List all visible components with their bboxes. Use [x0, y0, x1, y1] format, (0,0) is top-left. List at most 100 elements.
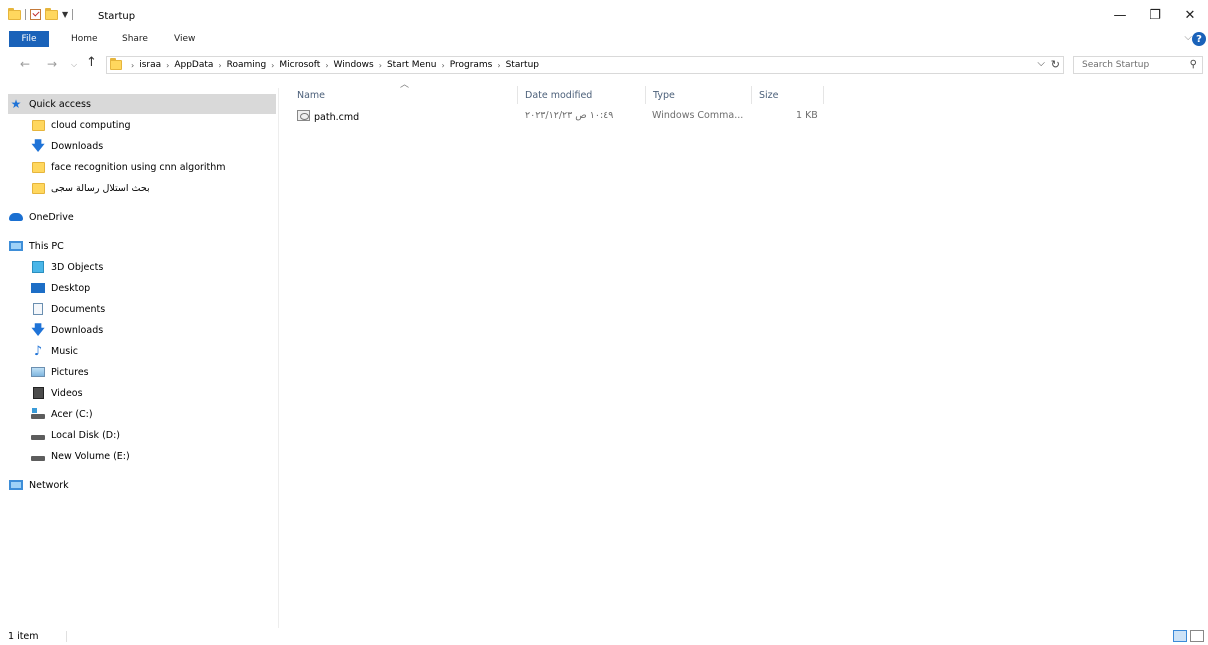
- column-header-type[interactable]: Type: [646, 86, 752, 104]
- nav-label: Quick access: [29, 98, 91, 110]
- quick-access-toolbar: ▼: [8, 7, 74, 20]
- folder-icon[interactable]: [8, 7, 21, 20]
- item-count: 1 item: [8, 631, 39, 642]
- breadcrumb-roaming[interactable]: Roaming: [227, 60, 267, 70]
- nav-this-pc[interactable]: This PC: [8, 236, 277, 256]
- download-arrow-icon: 🡇: [31, 138, 45, 154]
- star-icon: ★: [10, 97, 22, 111]
- cube-icon: [30, 260, 46, 274]
- window-title: Startup: [98, 11, 136, 22]
- nav-label: 3D Objects: [51, 261, 104, 273]
- nav-item-pictures[interactable]: Pictures: [30, 362, 277, 382]
- nav-item-3d-objects[interactable]: 3D Objects: [30, 257, 277, 277]
- folder-icon: [30, 160, 46, 174]
- nav-item-drive-e[interactable]: New Volume (E:): [30, 446, 277, 466]
- nav-item-documents[interactable]: Documents: [30, 299, 277, 319]
- chevron-down-icon[interactable]: ⌵: [1037, 58, 1045, 69]
- search-icon[interactable]: ⚲: [1190, 59, 1197, 70]
- breadcrumb-microsoft[interactable]: Microsoft: [279, 60, 320, 70]
- file-row[interactable]: path.cmd ١٠:٤٩ ص ٢٠٢٣/١٢/٢٣ Windows Comm…: [290, 108, 824, 126]
- nav-label: cloud computing: [51, 119, 131, 131]
- tab-home[interactable]: Home: [71, 34, 98, 44]
- details-view-icon[interactable]: [1173, 630, 1187, 642]
- nav-onedrive[interactable]: OneDrive: [8, 207, 277, 227]
- nav-label: Network: [29, 479, 69, 491]
- file-size: 1 KB: [796, 110, 818, 121]
- breadcrumb-windows[interactable]: Windows: [334, 60, 374, 70]
- nav-label: Acer (C:): [51, 408, 93, 420]
- nav-item-videos[interactable]: Videos: [30, 383, 277, 403]
- folder-icon: [30, 181, 46, 195]
- nav-item-downloads-pinned[interactable]: 🡇 Downloads: [30, 136, 277, 156]
- nav-item-arabic-folder[interactable]: بحث استلال رسالة سجى: [30, 178, 277, 198]
- nav-label: بحث استلال رسالة سجى: [51, 182, 150, 194]
- help-icon[interactable]: ?: [1192, 32, 1206, 46]
- file-name-cell: path.cmd: [297, 110, 359, 123]
- nav-item-drive-c[interactable]: Acer (C:): [30, 404, 277, 424]
- music-note-icon: ♪: [33, 343, 43, 359]
- nav-item-drive-d[interactable]: Local Disk (D:): [30, 425, 277, 445]
- navigation-pane: ★ Quick access cloud computing 🡇 Downloa…: [0, 88, 279, 628]
- chevron-right-icon[interactable]: ›: [379, 61, 382, 70]
- nav-label: Pictures: [51, 366, 89, 378]
- recent-locations-icon[interactable]: ⌵: [71, 60, 77, 70]
- nav-label: Videos: [51, 387, 83, 399]
- nav-label: Local Disk (D:): [51, 429, 120, 441]
- tab-view[interactable]: View: [174, 34, 195, 44]
- column-label: Size: [759, 89, 779, 101]
- refresh-icon[interactable]: ↻: [1051, 58, 1060, 71]
- film-icon: [30, 386, 46, 400]
- desktop-icon: [30, 281, 46, 295]
- file-name: path.cmd: [314, 112, 360, 123]
- tab-share[interactable]: Share: [122, 34, 148, 44]
- column-header-size[interactable]: Size: [752, 86, 824, 104]
- document-icon: [30, 302, 46, 316]
- nav-item-face-recognition[interactable]: face recognition using cnn algorithm: [30, 157, 277, 177]
- close-button[interactable]: ✕: [1168, 0, 1208, 30]
- folder-icon: [30, 118, 46, 132]
- up-arrow-icon[interactable]: ↑: [86, 55, 97, 70]
- nav-label: Downloads: [51, 140, 104, 152]
- nav-item-music[interactable]: ♪ Music: [30, 341, 277, 361]
- chevron-right-icon[interactable]: ›: [271, 61, 274, 70]
- toolbar-divider: [25, 9, 26, 20]
- chevron-right-icon[interactable]: ›: [497, 61, 500, 70]
- chevron-right-icon[interactable]: ›: [218, 61, 221, 70]
- nav-network[interactable]: Network: [8, 475, 277, 495]
- column-header-name[interactable]: Name: [290, 86, 518, 104]
- chevron-right-icon[interactable]: ›: [325, 61, 328, 70]
- chevron-right-icon[interactable]: ›: [131, 61, 134, 70]
- nav-item-downloads[interactable]: 🡇 Downloads: [30, 320, 277, 340]
- status-divider: [66, 631, 67, 642]
- back-arrow-icon[interactable]: ←: [20, 57, 30, 71]
- breadcrumb-start-menu[interactable]: Start Menu: [387, 60, 437, 70]
- chevron-right-icon[interactable]: ›: [442, 61, 445, 70]
- breadcrumb-programs[interactable]: Programs: [450, 60, 493, 70]
- nav-item-desktop[interactable]: Desktop: [30, 278, 277, 298]
- breadcrumb-startup[interactable]: Startup: [506, 60, 539, 70]
- nav-label: New Volume (E:): [51, 450, 130, 462]
- drive-icon: [30, 449, 46, 463]
- expand-ribbon-icon[interactable]: ⌵: [1184, 32, 1192, 43]
- column-label: Name: [297, 89, 326, 101]
- file-type: Windows Comma...: [652, 110, 744, 121]
- new-folder-icon[interactable]: [45, 7, 58, 20]
- breadcrumb-appdata[interactable]: AppData: [174, 60, 213, 70]
- forward-arrow-icon[interactable]: →: [47, 57, 57, 71]
- status-bar: 1 item: [0, 628, 1208, 645]
- address-bar[interactable]: › israa › AppData › Roaming › Microsoft …: [106, 56, 1064, 74]
- nav-label: Downloads: [51, 324, 104, 336]
- properties-icon[interactable]: [30, 9, 41, 20]
- large-icons-view-icon[interactable]: [1190, 630, 1204, 642]
- computer-icon: [8, 239, 24, 253]
- column-header-date[interactable]: Date modified: [518, 86, 646, 104]
- column-label: Type: [653, 89, 675, 101]
- chevron-right-icon[interactable]: ›: [166, 61, 169, 70]
- tab-file[interactable]: File: [9, 31, 49, 47]
- nav-quick-access[interactable]: ★ Quick access: [8, 94, 276, 114]
- network-icon: [8, 478, 24, 492]
- breadcrumb-israa[interactable]: israa: [139, 60, 161, 70]
- customize-toolbar-icon[interactable]: ▼: [62, 10, 68, 19]
- search-input[interactable]: Search Startup ⚲: [1073, 56, 1203, 74]
- nav-item-cloud-computing[interactable]: cloud computing: [30, 115, 277, 135]
